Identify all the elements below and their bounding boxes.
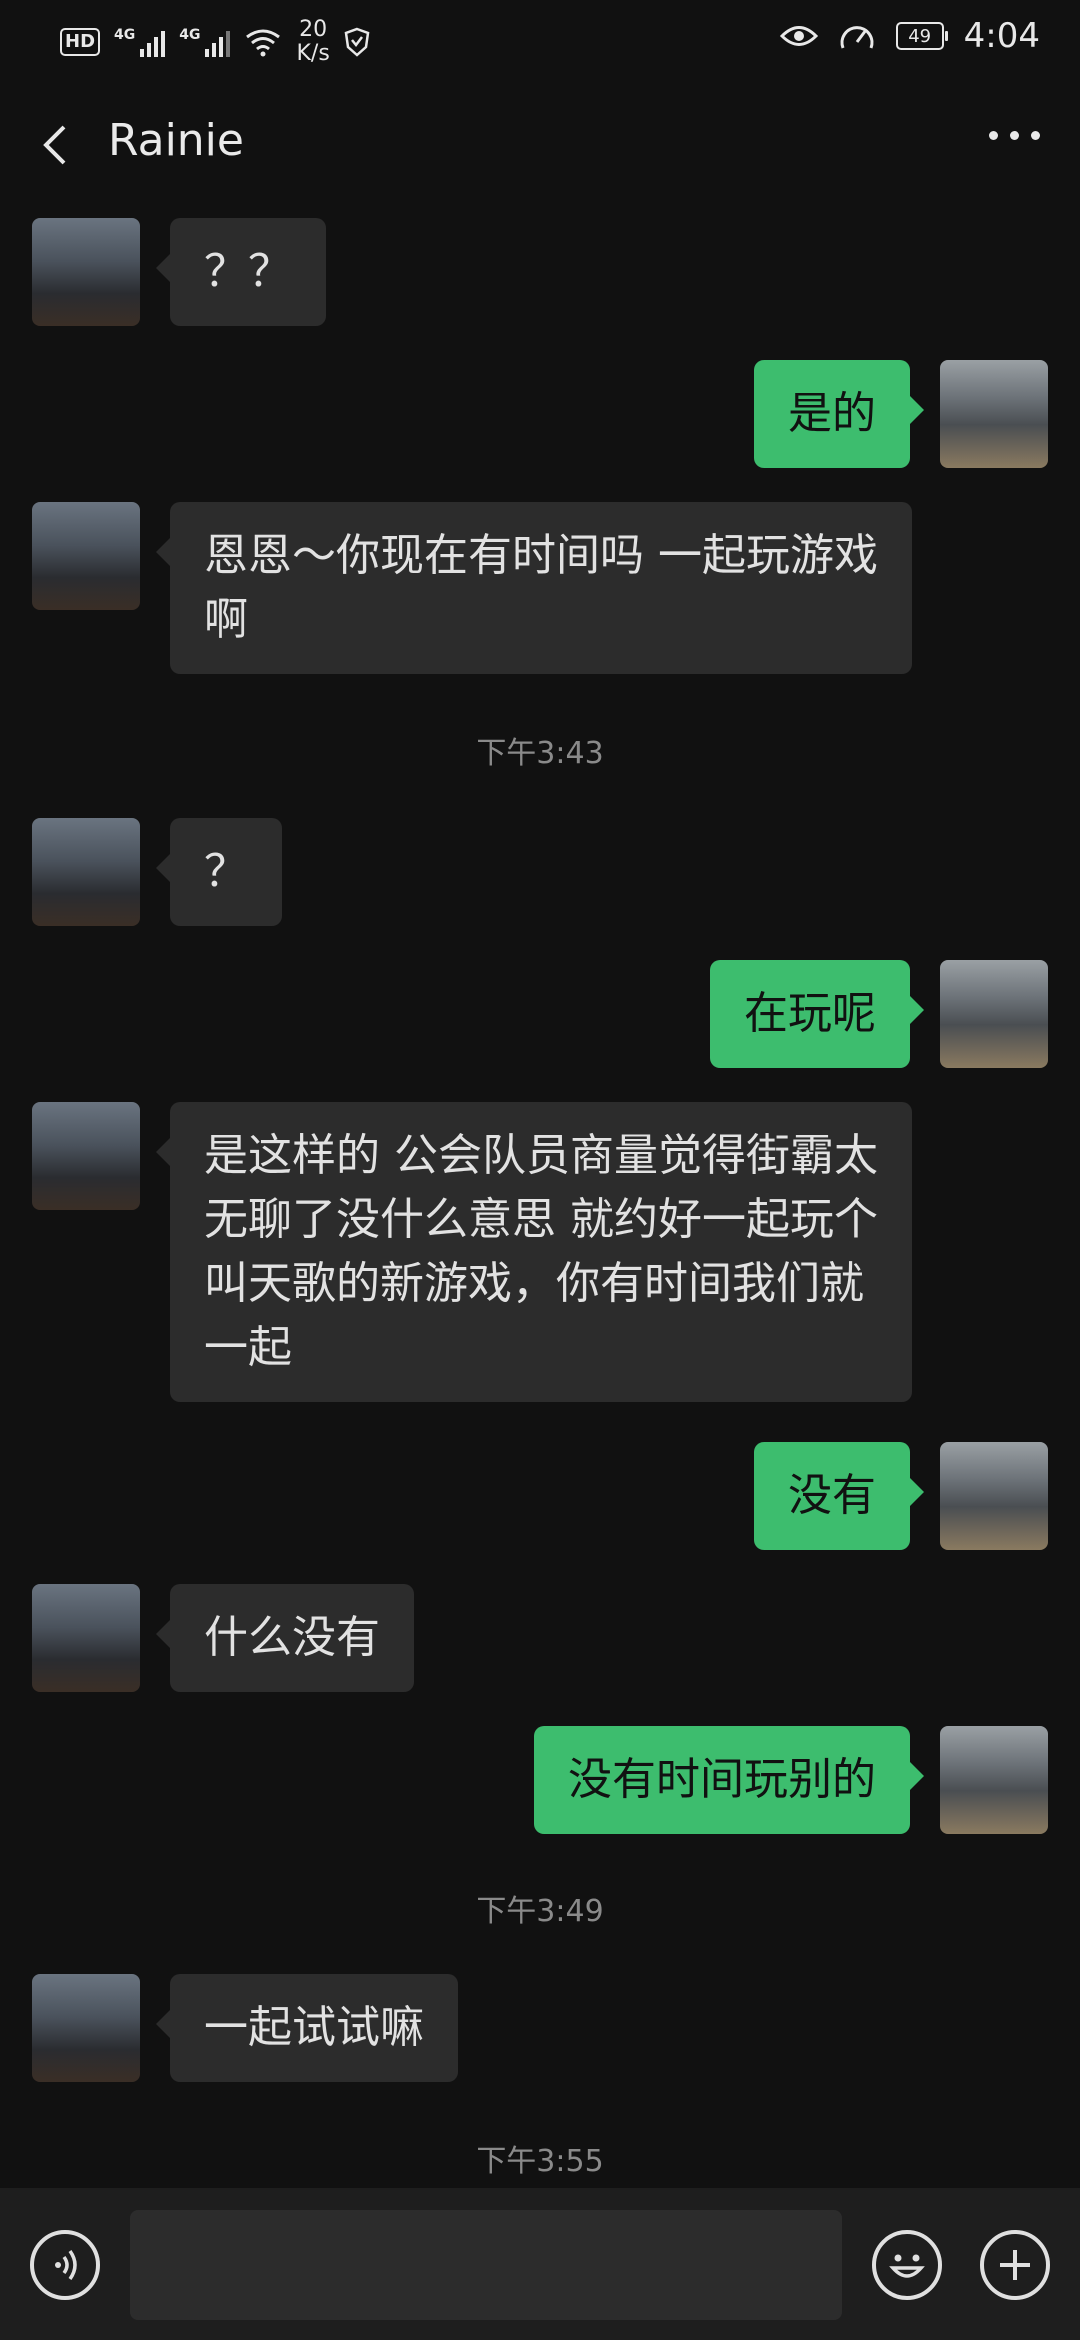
back-arrow-icon[interactable] xyxy=(36,123,80,167)
message-bubble[interactable]: 一起试试嘛 xyxy=(156,1974,458,2082)
voice-icon[interactable] xyxy=(30,2230,100,2300)
eye-icon xyxy=(779,26,818,46)
contact-avatar[interactable] xyxy=(32,1974,140,2082)
shield-icon xyxy=(344,27,370,57)
my-avatar[interactable] xyxy=(940,360,1048,468)
signal-icon: 4G xyxy=(179,27,231,57)
message-bubble[interactable]: 在玩呢 xyxy=(710,960,924,1068)
message-bubble[interactable]: 什么没有 xyxy=(156,1584,414,1692)
my-avatar[interactable] xyxy=(940,1442,1048,1550)
message-bubble[interactable]: 恩恩～你现在有时间吗 一起玩游戏啊 xyxy=(156,502,912,674)
timestamp: 下午3:49 xyxy=(476,1894,604,1929)
timestamp: 下午3:43 xyxy=(476,736,604,771)
my-avatar[interactable] xyxy=(940,1726,1048,1834)
timestamp: 下午3:55 xyxy=(476,2144,604,2179)
network-speed: 20 K/s xyxy=(296,17,330,66)
status-time: 4:04 xyxy=(963,16,1040,56)
contact-avatar[interactable] xyxy=(32,1584,140,1692)
battery-icon: 49 xyxy=(895,22,948,50)
input-bar xyxy=(0,2188,1080,2340)
contact-avatar[interactable] xyxy=(32,218,140,326)
plus-icon[interactable] xyxy=(980,2230,1050,2300)
chat-title: Rainie xyxy=(108,115,244,166)
emoji-icon[interactable] xyxy=(872,2230,942,2300)
contact-avatar[interactable] xyxy=(32,818,140,926)
speedometer-icon xyxy=(840,26,874,49)
signal-icon: 4G xyxy=(114,27,166,57)
message-bubble[interactable]: 是的 xyxy=(754,360,924,468)
hd-indicator: HD xyxy=(60,28,101,56)
message-bubble[interactable]: ？ xyxy=(156,818,282,926)
message-bubble[interactable]: 没有时间玩别的 xyxy=(534,1726,924,1834)
message-bubble[interactable]: 是这样的 公会队员商量觉得街霸太无聊了没什么意思 就约好一起玩个叫天歌的新游戏，… xyxy=(156,1102,912,1402)
more-options-icon[interactable] xyxy=(989,131,1040,140)
status-bar: HD 4G 4G 20 K/s 49 4:04 xyxy=(0,0,1080,80)
message-input[interactable] xyxy=(130,2210,842,2320)
contact-avatar[interactable] xyxy=(32,502,140,610)
contact-avatar[interactable] xyxy=(32,1102,140,1210)
message-bubble[interactable]: 没有 xyxy=(754,1442,924,1550)
chat-header: Rainie xyxy=(0,95,1080,195)
message-bubble[interactable]: ？？ xyxy=(156,218,326,326)
my-avatar[interactable] xyxy=(940,960,1048,1068)
wifi-icon xyxy=(246,29,281,57)
